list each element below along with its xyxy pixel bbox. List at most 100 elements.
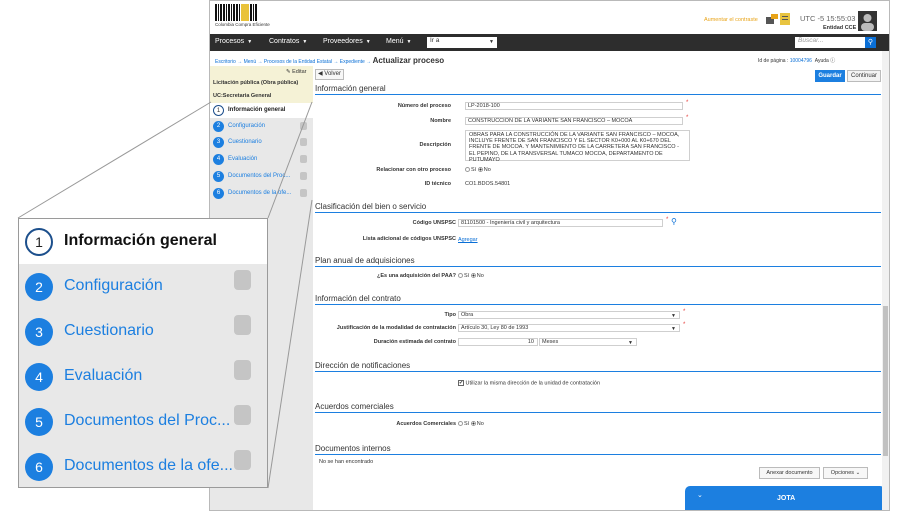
additional-codes-label: Lista adicional de códigos UNSPSC — [362, 236, 456, 242]
add-codes-link[interactable]: Agregar — [458, 237, 478, 243]
tech-id-label: ID técnico — [424, 181, 451, 187]
main-navbar: Procesos ▼ Contratos ▼ Proveedores ▼ Menú ▼ … — [210, 34, 889, 51]
section-title-contract: Información del contrato — [315, 294, 401, 303]
name-label: Nombre — [430, 118, 451, 124]
unspsc-label: Código UNSPSC — [412, 220, 456, 226]
continue-button[interactable]: Continuar — [847, 70, 881, 82]
zoom-step-documentos-proceso[interactable]: 5 Documentos del Proc... — [19, 399, 267, 444]
lock-icon — [234, 360, 251, 380]
search-input[interactable]: Buscar... — [795, 37, 865, 48]
step-cuestionario[interactable]: 3 Cuestionario — [210, 135, 313, 150]
back-arrow-icon: ◀ — [318, 71, 323, 77]
duration-field[interactable]: 10 — [458, 338, 538, 346]
step-documentos-oferta[interactable]: 6 Documentos de la ofe... — [210, 186, 313, 201]
process-summary: ✎ Editar Licitación pública (Obra públic… — [210, 66, 313, 103]
section-title-notifications: Dirección de notificaciones — [315, 361, 411, 370]
process-number-label: Número del proceso — [397, 103, 451, 109]
description-label: Descripción — [419, 142, 451, 148]
site-logo[interactable]: Colombia Compra Eficiente — [215, 4, 275, 30]
contract-type-select[interactable]: Obra ▼ — [458, 311, 680, 319]
contract-type-label: Tipo — [444, 312, 456, 318]
chevron-down-icon[interactable]: ⌄ — [697, 491, 703, 499]
options-button[interactable]: Opciones ⌄ — [823, 467, 868, 479]
scrollbar-thumb[interactable] — [883, 306, 888, 456]
section-title-paa: Plan anual de adquisiciones — [315, 256, 415, 265]
chat-title: JOTA — [777, 495, 796, 502]
step-evaluacion[interactable]: 4 Evaluación — [210, 152, 313, 167]
zoom-step-documentos-oferta[interactable]: 6 Documentos de la ofe... — [19, 444, 267, 487]
step-informacion-general[interactable]: 1 Información general — [210, 103, 313, 118]
search-icon[interactable]: ⚲ — [865, 37, 876, 48]
zoom-step-evaluacion[interactable]: 4 Evaluación — [19, 354, 267, 399]
no-results-text: No se han encontrado — [319, 459, 374, 465]
duration-unit-select[interactable]: Meses ▼ — [539, 338, 637, 346]
section-title-internal-docs: Documentos internos — [315, 444, 391, 453]
breadcrumb-trail[interactable]: Escritorio → Menú → Procesos de la Entid… — [215, 59, 373, 65]
step-configuracion[interactable]: 2 Configuración — [210, 119, 313, 134]
go-to-select[interactable]: Ir a ▼ — [427, 37, 497, 48]
main-content: ◀ Volver Guardar Continuar Información g… — [313, 66, 889, 510]
help-link[interactable]: Ayuda ⓘ — [815, 58, 835, 64]
justification-label: Justificación de la modalidad de contrat… — [336, 325, 456, 331]
chat-panel[interactable]: ⌄ JOTA — [685, 486, 885, 510]
tools-icon[interactable] — [766, 14, 778, 24]
entity-name[interactable]: Entidad CCE — [823, 25, 856, 31]
zoom-step-informacion-general[interactable]: 1 Información general — [19, 219, 267, 264]
agreements-radio[interactable]: Sí No — [458, 421, 484, 427]
same-address-checkbox[interactable]: ✔ Utilizar la misma dirección de la unid… — [458, 380, 600, 386]
zoom-step-configuracion[interactable]: 2 Configuración — [19, 264, 267, 309]
relate-process-label: Relacionar con otro proceso — [376, 167, 451, 173]
lock-icon — [300, 155, 307, 163]
process-number-field[interactable]: LP-2018-100 — [465, 102, 683, 110]
zoom-step-cuestionario[interactable]: 3 Cuestionario — [19, 309, 267, 354]
section-title-general: Información general — [315, 84, 386, 93]
required-marker: * — [683, 322, 686, 328]
section-title-classification: Clasificación del bien o servicio — [315, 202, 427, 211]
nav-menu[interactable]: Menú ▼ — [386, 38, 411, 45]
clock-display: UTC -5 15:55:03 — [800, 14, 856, 23]
attach-document-button[interactable]: Anexar documento — [759, 467, 820, 479]
nav-procesos[interactable]: Procesos ▼ — [215, 38, 252, 45]
name-field[interactable]: CONSTRUCCIÓN DE LA VARIANTE SAN FRANCISC… — [465, 117, 683, 125]
save-button[interactable]: Guardar — [815, 70, 845, 82]
search-icon[interactable]: ⚲ — [671, 217, 677, 226]
justification-select[interactable]: Artículo 30, Ley 80 de 1993 ▼ — [458, 324, 680, 332]
process-unit: UC:Secretaria General — [213, 93, 272, 99]
top-header: Colombia Compra Eficiente Aumentar el co… — [210, 1, 889, 34]
lock-icon — [300, 138, 307, 146]
nav-proveedores[interactable]: Proveedores ▼ — [323, 38, 371, 45]
document-icon[interactable] — [780, 13, 790, 25]
tech-id-value: CO1.BDOS.54801 — [465, 181, 511, 187]
section-divider — [315, 371, 881, 372]
relate-process-radio[interactable]: Sí No — [465, 167, 491, 173]
screenshot-frame: Colombia Compra Eficiente Aumentar el co… — [209, 0, 890, 511]
lock-icon — [234, 405, 251, 425]
duration-label: Duración estimada del contrato — [373, 339, 456, 345]
paa-radio[interactable]: Sí No — [458, 273, 484, 279]
zoom-callout: 1 Información general 2 Configuración 3 Cue… — [18, 218, 268, 488]
lock-icon — [300, 172, 307, 180]
unspsc-field[interactable]: 81101500 - Ingeniería civil y arquitectu… — [458, 219, 663, 227]
description-field[interactable]: OBRAS PARA LA CONSTRUCCIÓN DE LA VARIANT… — [465, 130, 690, 163]
contrast-link[interactable]: Aumentar el contraste — [704, 17, 758, 23]
scrollbar[interactable] — [882, 51, 889, 510]
required-marker: * — [666, 217, 669, 223]
required-marker: * — [686, 100, 689, 106]
edit-link[interactable]: ✎ Editar — [286, 69, 307, 75]
section-divider — [315, 212, 881, 213]
page-title: Actualizar proceso — [372, 56, 445, 65]
page-id: Id de página : 10004796 Ayuda ⓘ — [758, 58, 836, 64]
required-marker: * — [683, 309, 686, 315]
process-type: Licitación pública (Obra pública) — [213, 80, 299, 86]
agreements-label: Acuerdos Comerciales — [396, 421, 456, 427]
nav-contratos[interactable]: Contratos ▼ — [269, 38, 307, 45]
lock-icon — [234, 315, 251, 335]
required-marker: * — [686, 115, 689, 121]
step-documentos-proceso[interactable]: 5 Documentos del Proc... — [210, 169, 313, 184]
avatar[interactable] — [858, 11, 877, 31]
section-divider — [315, 266, 881, 267]
section-divider — [315, 304, 881, 305]
back-button[interactable]: ◀ Volver — [315, 69, 344, 80]
lock-icon — [234, 450, 251, 470]
section-divider — [315, 412, 881, 413]
